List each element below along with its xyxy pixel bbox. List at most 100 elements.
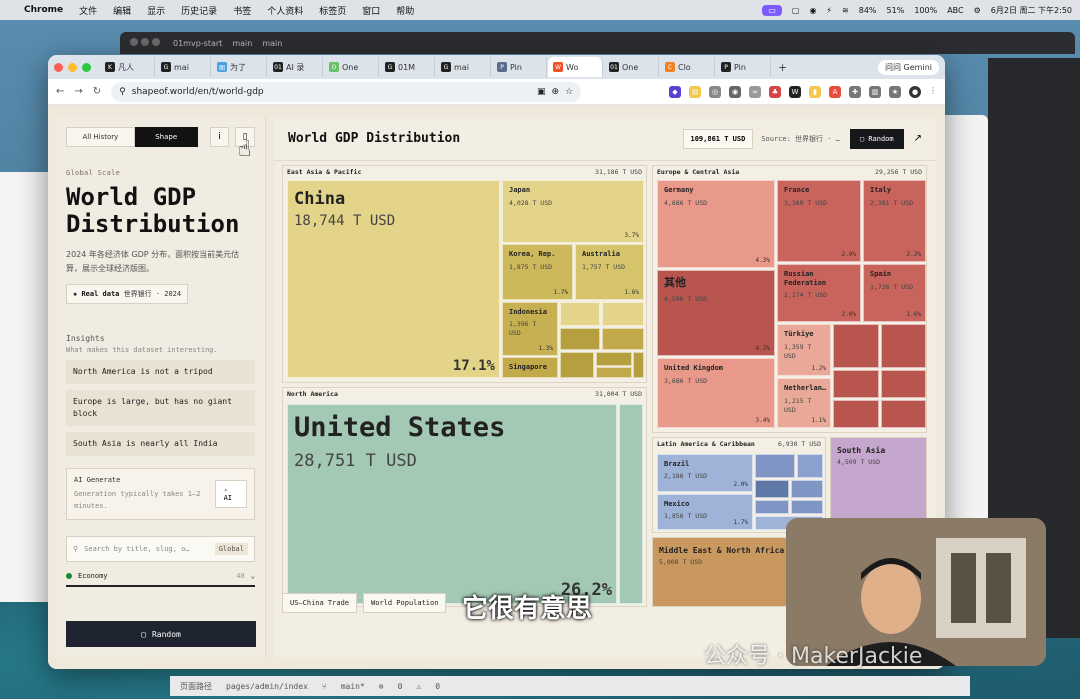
- browser-tab[interactable]: G 01M: [380, 57, 435, 77]
- browser-tab[interactable]: P Pin: [492, 57, 547, 77]
- zoom-icon[interactable]: ⊕: [552, 87, 560, 97]
- random-button[interactable]: ▢ Random: [849, 128, 904, 149]
- install-app-icon[interactable]: ▣: [537, 87, 546, 97]
- cell-small-country[interactable]: [560, 352, 594, 378]
- cell-small-country[interactable]: [560, 328, 600, 350]
- browser-tab[interactable]: 图为了: [212, 57, 267, 77]
- control-center-icon[interactable]: ⚙: [974, 6, 981, 15]
- extensions-puzzle-icon[interactable]: ✚: [849, 85, 861, 98]
- search-scope-badge[interactable]: Global: [214, 543, 248, 555]
- ide-error-count[interactable]: 0: [398, 682, 403, 691]
- cell-small-country[interactable]: [596, 352, 632, 366]
- ide-warning-count[interactable]: 0: [435, 682, 440, 691]
- cell-small-country[interactable]: [755, 500, 789, 514]
- menu-history[interactable]: 历史记录: [181, 4, 217, 17]
- input-source[interactable]: ABC: [947, 6, 963, 15]
- cell-small-country[interactable]: [791, 500, 823, 514]
- cell-australia[interactable]: Australia 1,757 T USD 1.6%: [575, 244, 644, 300]
- cell-small-country[interactable]: [755, 454, 795, 478]
- extension-icon[interactable]: ◆: [669, 85, 681, 98]
- cell-korea[interactable]: Korea, Rep. 1,875 T USD 1.7%: [502, 244, 573, 300]
- cell-singapore[interactable]: Singapore: [502, 357, 558, 378]
- cell-small-country[interactable]: [602, 302, 644, 326]
- menu-edit[interactable]: 编辑: [113, 4, 131, 17]
- insight-item[interactable]: South Asia is nearly all India: [66, 432, 255, 456]
- back-icon[interactable]: ←: [56, 86, 64, 97]
- related-link[interactable]: World Population: [363, 593, 447, 613]
- zoom-window-button[interactable]: [82, 62, 91, 72]
- site-info-icon[interactable]: ⚲: [119, 87, 126, 97]
- related-link[interactable]: US–China Trade: [282, 593, 358, 613]
- avatar[interactable]: ●: [909, 85, 921, 98]
- cell-united-kingdom[interactable]: United Kingdom 3,686 T USD 3.4%: [657, 358, 775, 428]
- bookmarks-icon[interactable]: ★: [889, 85, 901, 98]
- cell-brazil[interactable]: Brazil 2,186 T USD 2.0%: [657, 454, 753, 492]
- cell-small-country[interactable]: [881, 324, 926, 368]
- random-button[interactable]: ▢ Random: [66, 621, 256, 647]
- cell-small-country[interactable]: [596, 367, 632, 378]
- search-input[interactable]: ⚲ Search by title, slug, o… Global: [66, 536, 255, 562]
- external-link-icon[interactable]: ↗: [914, 133, 922, 144]
- ide-project-title[interactable]: 01mvp-start: [173, 39, 222, 48]
- ai-generate-button[interactable]: ✧ AI: [214, 480, 247, 508]
- cell-france[interactable]: France 3,160 T USD 2.9%: [777, 180, 861, 262]
- region-europe[interactable]: Europe & Central Asia 29,256 T USD Germa…: [652, 165, 927, 433]
- battery-stat[interactable]: 100%: [914, 6, 937, 15]
- cell-small-country[interactable]: [881, 400, 926, 428]
- menu-bookmarks[interactable]: 书签: [233, 4, 251, 17]
- ide-path[interactable]: main: [262, 39, 282, 48]
- bookmark-star-icon[interactable]: ☆: [565, 87, 573, 97]
- ide-branch[interactable]: main*: [341, 682, 365, 691]
- cell-spain[interactable]: Spain 1,726 T USD 1.6%: [863, 264, 926, 322]
- adblock-icon[interactable]: A: [829, 85, 841, 98]
- cell-mexico[interactable]: Mexico 1,856 T USD 1.7%: [657, 494, 753, 530]
- cell-turkiye[interactable]: Türkiye 1,359 T USD 1.2%: [777, 324, 831, 376]
- cell-small-country[interactable]: [633, 352, 644, 378]
- browser-tab[interactable]: Gmai: [156, 57, 211, 77]
- link-icon[interactable]: ∞: [749, 85, 761, 98]
- extension-icon[interactable]: ◉: [729, 85, 741, 98]
- cell-small-country[interactable]: [833, 324, 879, 368]
- category-economy[interactable]: Economy 48 ⌄: [66, 572, 255, 580]
- ide-breadcrumb[interactable]: 页面路径: [180, 681, 212, 692]
- sidepanel-icon[interactable]: ▥: [869, 85, 881, 98]
- browser-tab[interactable]: 01 AI 录: [268, 57, 323, 77]
- cell-small-country[interactable]: [797, 454, 823, 478]
- url-field[interactable]: ⚲ shapeof.world/en/t/world-gdp ▣ ⊕ ☆: [111, 81, 582, 102]
- ide-file-path[interactable]: pages/admin/index: [226, 682, 308, 691]
- region-north-america[interactable]: North America 31,004 T USD United States…: [282, 387, 647, 607]
- cell-china[interactable]: China 18,744 T USD 17.1%: [287, 180, 500, 378]
- browser-tab[interactable]: 01 One: [604, 57, 659, 77]
- cell-small-country[interactable]: [833, 400, 879, 428]
- cell-other-europe[interactable]: 其他 4,596 T USD 4.2%: [657, 270, 775, 356]
- all-history-toggle[interactable]: All History: [66, 127, 135, 147]
- cell-small-country[interactable]: [791, 480, 823, 498]
- extension-icon[interactable]: ▤: [689, 85, 701, 98]
- menubar-app-name[interactable]: Chrome: [24, 5, 63, 15]
- ide-branch[interactable]: main: [232, 39, 252, 48]
- cell-small-country[interactable]: [602, 328, 644, 350]
- cell-small-country[interactable]: [560, 302, 600, 326]
- reload-icon[interactable]: ↻: [93, 86, 101, 97]
- extension-icon[interactable]: W: [789, 85, 801, 98]
- wifi-icon[interactable]: ≋: [842, 6, 849, 15]
- browser-tab[interactable]: O One: [324, 57, 379, 77]
- browser-tab[interactable]: C Clo: [660, 57, 715, 77]
- insight-item[interactable]: North America is not a tripod: [66, 360, 255, 384]
- display-icon[interactable]: ▢: [792, 6, 800, 15]
- cell-canada[interactable]: [619, 404, 643, 604]
- region-east-asia[interactable]: East Asia & Pacific 31,186 T USD China 1…: [282, 165, 647, 383]
- cell-italy[interactable]: Italy 2,381 T USD 2.2%: [863, 180, 926, 262]
- gemini-button[interactable]: 问问 Gemini: [878, 59, 939, 75]
- browser-tab-active[interactable]: W Wo: [548, 57, 603, 77]
- screen-record-icon[interactable]: ▭: [762, 4, 782, 16]
- menu-tabs[interactable]: 标签页: [319, 4, 346, 17]
- source-label[interactable]: Source: 世界银行 · …: [761, 134, 840, 144]
- new-tab-button[interactable]: +: [778, 61, 787, 74]
- pin-icon[interactable]: ◉: [809, 6, 816, 15]
- extension-icon[interactable]: ♣: [769, 85, 781, 98]
- browser-tab[interactable]: P Pin: [716, 57, 771, 77]
- camera-icon[interactable]: ◎: [709, 85, 721, 98]
- bolt-icon[interactable]: ⚡: [826, 6, 832, 15]
- shape-toggle[interactable]: Shape: [134, 127, 198, 147]
